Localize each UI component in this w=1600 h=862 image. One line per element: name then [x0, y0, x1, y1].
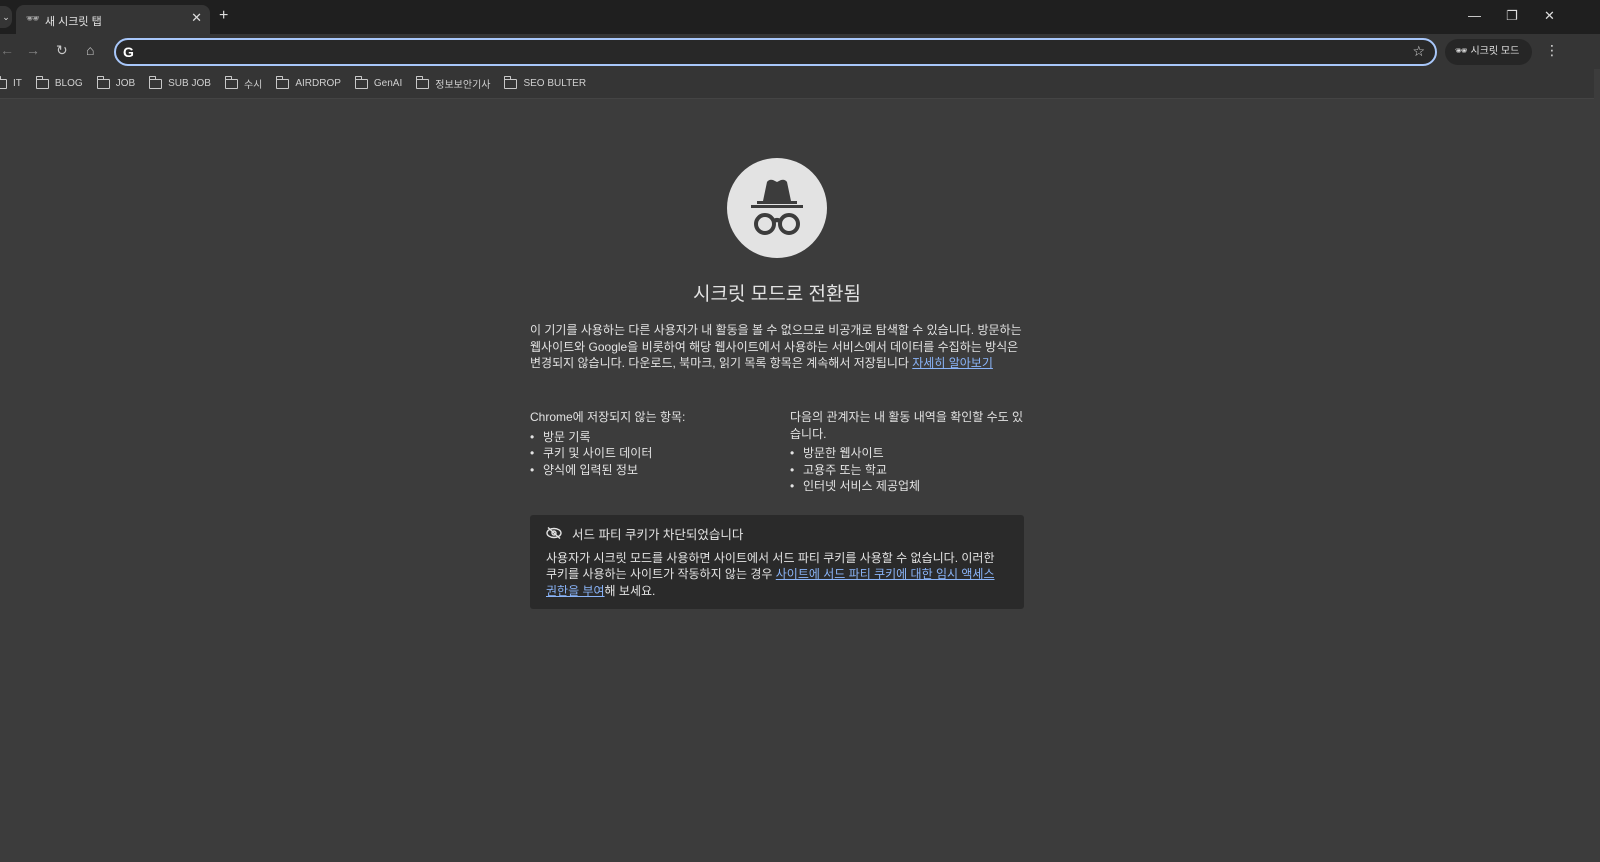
- bookmark-label: IT: [13, 78, 22, 89]
- folder-icon: [354, 75, 368, 89]
- list-item: 방문 기록: [530, 429, 770, 446]
- folder-icon: [35, 75, 49, 89]
- incognito-badge[interactable]: 🕶 시크릿 모드: [1445, 39, 1532, 65]
- bookmarks-bar: IT BLOG JOB SUB JOB 수시 AIRDROP GenAI 정보보안기사 SEO …: [0, 69, 1594, 99]
- bookmark-folder[interactable]: SEO BULTER: [504, 75, 587, 89]
- bookmark-label: JOB: [115, 78, 136, 89]
- incognito-badge-label: 시크릿 모드: [1470, 46, 1520, 57]
- incognito-icon: 🕶: [26, 13, 40, 25]
- folder-icon: [96, 75, 110, 89]
- bookmark-label: 수시: [243, 80, 263, 91]
- bookmark-label: 정보보안기사: [435, 80, 491, 91]
- third-party-cookie-notice: 서드 파티 쿠키가 차단되었습니다 사용자가 시크릿 모드를 사용하면 사이트에…: [530, 515, 1024, 609]
- google-icon: G: [123, 44, 134, 60]
- folder-icon: [149, 75, 163, 89]
- intro-text: 이 기기를 사용하는 다른 사용자가 내 활동을 볼 수 없으므로 비공개로 탐…: [530, 322, 1024, 372]
- cookie-notice-title: 서드 파티 쿠키가 차단되었습니다: [572, 528, 744, 542]
- reload-button[interactable]: ↻: [56, 42, 68, 59]
- close-tab-icon[interactable]: ✕: [191, 10, 202, 26]
- incognito-icon: 🕶: [1455, 46, 1471, 57]
- tab-title: 새 시크릿 탭: [45, 16, 102, 28]
- visible-to-heading: 다음의 관계자는 내 활동 내역을 확인할 수도 있습니다.: [790, 410, 1024, 441]
- bookmark-folder[interactable]: GenAI: [354, 75, 403, 89]
- visible-to-section: 다음의 관계자는 내 활동 내역을 확인할 수도 있습니다. 방문한 웹사이트 …: [790, 409, 1024, 495]
- tab-search-button[interactable]: ⌄: [0, 6, 12, 28]
- incognito-hero-icon: [727, 158, 827, 258]
- bookmark-folder[interactable]: 수시: [224, 75, 263, 91]
- folder-icon: [276, 75, 290, 89]
- bookmark-folder[interactable]: SUB JOB: [149, 75, 211, 89]
- close-window-button[interactable]: ✕: [1544, 8, 1555, 24]
- cookie-notice-tail: 해 보세요.: [604, 583, 656, 598]
- learn-more-link[interactable]: 자세히 알아보기: [912, 356, 993, 370]
- restore-button[interactable]: ❐: [1506, 8, 1518, 24]
- bookmark-folder[interactable]: BLOG: [35, 75, 83, 89]
- bookmark-folder[interactable]: IT: [0, 75, 22, 89]
- page-title: 시크릿 모드로 전환됨: [693, 284, 861, 305]
- bookmark-label: BLOG: [54, 78, 83, 89]
- minimize-button[interactable]: —: [1468, 8, 1481, 23]
- list-item: 고용주 또는 학교: [790, 462, 1024, 479]
- bookmark-star-icon[interactable]: ☆: [1412, 43, 1425, 60]
- eye-off-icon: [546, 526, 562, 544]
- back-button[interactable]: ←: [0, 42, 14, 58]
- folder-icon: [224, 75, 238, 89]
- folder-icon: [0, 75, 7, 89]
- bookmark-label: GenAI: [373, 78, 403, 89]
- more-menu-icon[interactable]: ⋮: [1545, 42, 1559, 59]
- list-item: 쿠키 및 사이트 데이터: [530, 445, 770, 462]
- home-button[interactable]: ⌂: [86, 42, 94, 58]
- address-input[interactable]: [146, 42, 1396, 62]
- toolbar: ← → ↻ ⌂ G ☆ 🕶 시크릿 모드 ⋮: [0, 34, 1600, 69]
- list-item: 방문한 웹사이트: [790, 445, 1024, 462]
- bookmark-label: SEO BULTER: [523, 78, 587, 89]
- list-item: 인터넷 서비스 제공업체: [790, 478, 1024, 495]
- bookmark-folder[interactable]: JOB: [96, 75, 136, 89]
- new-tab-button[interactable]: +: [219, 7, 228, 25]
- folder-icon: [416, 75, 430, 89]
- list-item: 양식에 입력된 정보: [530, 462, 770, 479]
- bookmark-label: SUB JOB: [168, 78, 211, 89]
- address-bar[interactable]: G ☆: [114, 38, 1437, 66]
- tab-incognito[interactable]: 🕶 새 시크릿 탭 ✕: [16, 5, 210, 34]
- bookmark-folder[interactable]: 정보보안기사: [416, 75, 491, 91]
- bookmark-folder[interactable]: AIRDROP: [276, 75, 341, 89]
- forward-button[interactable]: →: [26, 42, 40, 58]
- folder-icon: [504, 75, 518, 89]
- not-saved-heading: Chrome에 저장되지 않는 항목:: [530, 410, 686, 424]
- bookmark-label: AIRDROP: [295, 78, 341, 89]
- tab-strip: ⌄ 🕶 새 시크릿 탭 ✕ + — ❐ ✕: [0, 0, 1600, 34]
- not-saved-section: Chrome에 저장되지 않는 항목: 방문 기록 쿠키 및 사이트 데이터 양…: [530, 409, 770, 478]
